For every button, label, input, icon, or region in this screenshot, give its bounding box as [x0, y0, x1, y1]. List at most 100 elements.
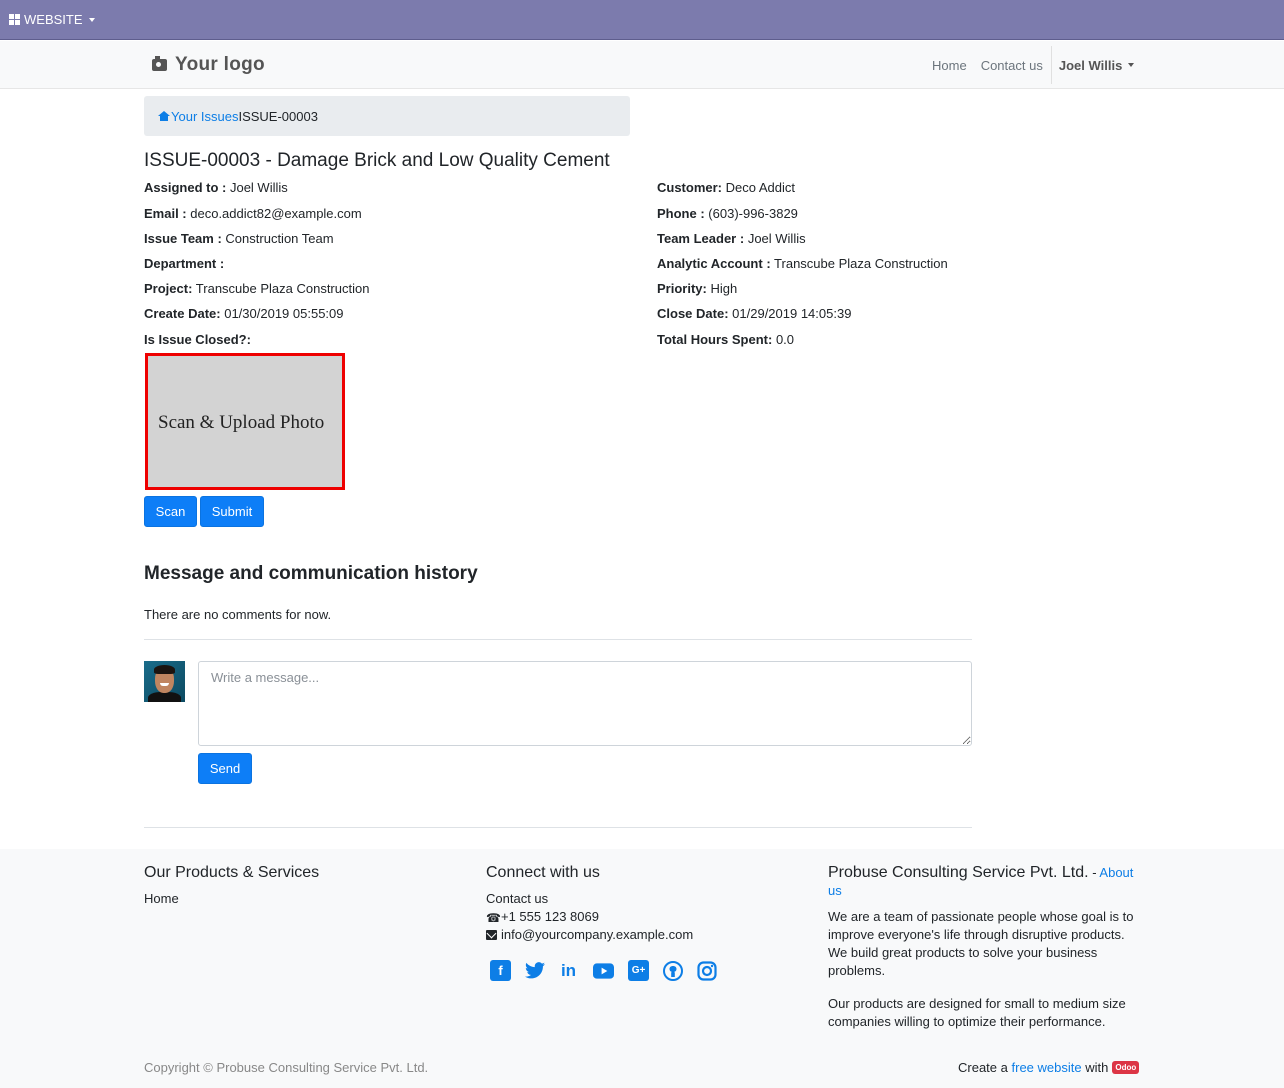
google-plus-icon[interactable]: G+	[628, 960, 649, 981]
send-button[interactable]: Send	[198, 753, 252, 784]
field-label: Issue Team :	[144, 231, 222, 246]
footer-company-sep: -	[1088, 865, 1100, 880]
avatar	[144, 661, 185, 702]
user-menu[interactable]: Joel Willis	[1052, 57, 1135, 73]
field-analytic-account: Analytic Account : Transcube Plaza Const…	[657, 256, 948, 271]
footer-email: info@yourcompany.example.com	[486, 926, 693, 944]
nav-links: Home Contact us Joel Willis	[925, 41, 1135, 89]
field-label: Department :	[144, 256, 225, 271]
facebook-icon[interactable]: f	[490, 960, 511, 981]
user-name: Joel Willis	[1058, 57, 1123, 73]
no-comments-text: There are no comments for now.	[144, 607, 332, 622]
footer-copyright: Copyright © Probuse Consulting Service P…	[144, 1060, 429, 1075]
website-menu-label: WEBSITE	[24, 12, 83, 27]
field-label: Team Leader :	[657, 231, 745, 246]
breadcrumb: Your Issues ISSUE-00003	[144, 96, 630, 136]
field-customer: Customer: Deco Addict	[657, 180, 795, 195]
field-label: Analytic Account :	[657, 256, 771, 271]
field-value: Transcube Plaza Construction	[195, 281, 370, 296]
divider	[144, 827, 972, 828]
youtube-icon[interactable]	[593, 960, 614, 981]
field-assigned-to: Assigned to : Joel Willis	[144, 180, 288, 195]
apps-grid-icon	[9, 14, 20, 25]
footer-products-title: Our Products & Services	[144, 864, 320, 881]
field-label: Customer:	[657, 180, 723, 195]
linkedin-icon[interactable]: in	[558, 960, 579, 981]
field-label: Close Date:	[657, 306, 729, 321]
field-label: Total Hours Spent:	[657, 332, 773, 347]
field-is-closed: Is Issue Closed?:	[144, 332, 251, 347]
credit-with: with	[1085, 1060, 1109, 1075]
field-value: (603)-996-3829	[708, 206, 798, 221]
footer-home-link[interactable]: Home	[144, 890, 179, 908]
field-department: Department :	[144, 256, 224, 271]
github-icon[interactable]	[662, 960, 683, 981]
footer-credit: Create a free website with Odoo	[958, 1060, 1140, 1075]
field-value: Deco Addict	[725, 180, 796, 195]
site-logo[interactable]: Your logo	[152, 54, 265, 76]
nav-link-contact[interactable]: Contact us	[974, 58, 1050, 73]
field-label: Priority:	[657, 281, 707, 296]
footer-phone: +1 555 123 8069	[486, 908, 599, 927]
footer-contact-link[interactable]: Contact us	[486, 890, 548, 908]
envelope-icon	[486, 930, 497, 940]
field-label: Assigned to :	[144, 180, 227, 195]
field-project: Project: Transcube Plaza Construction	[144, 281, 369, 296]
photo-upload-placeholder: Scan & Upload Photo	[158, 412, 325, 433]
breadcrumb-parent: Your Issues	[171, 108, 239, 124]
field-value: Joel Willis	[229, 180, 288, 195]
field-create-date: Create Date: 01/30/2019 05:55:09	[144, 306, 344, 321]
field-issue-team: Issue Team : Construction Team	[144, 231, 334, 246]
footer-about-text-1: We are a team of passionate people whose…	[828, 909, 1134, 978]
message-history-title: Message and communication history	[144, 563, 478, 584]
main-navbar: Your logo Home Contact us Joel Willis	[0, 41, 1284, 89]
website-menu[interactable]: WEBSITE	[9, 12, 95, 27]
field-value: Construction Team	[225, 231, 334, 246]
odoo-badge[interactable]: Odoo	[1112, 1061, 1140, 1074]
field-value: deco.addict82@example.com	[190, 206, 362, 221]
breadcrumb-home[interactable]: Your Issues	[158, 109, 238, 124]
field-team-leader: Team Leader : Joel Willis	[657, 231, 806, 246]
field-value: Joel Willis	[747, 231, 806, 246]
twitter-icon[interactable]	[524, 960, 545, 981]
field-value: High	[710, 281, 738, 296]
field-label: Email :	[144, 206, 187, 221]
message-input[interactable]	[198, 661, 972, 746]
field-value: 0.0	[775, 332, 795, 347]
field-value: 01/30/2019 05:55:09	[224, 306, 344, 321]
field-value: 01/29/2019 14:05:39	[732, 306, 852, 321]
footer-email-text: info@yourcompany.example.com	[501, 927, 694, 942]
field-close-date: Close Date: 01/29/2019 14:05:39	[657, 306, 851, 321]
phone-icon	[486, 909, 501, 927]
free-website-link[interactable]: free website	[1012, 1060, 1082, 1075]
scan-button[interactable]: Scan	[144, 496, 197, 527]
footer-about-text-2: Our products are designed for small to m…	[828, 996, 1126, 1029]
website-topbar: WEBSITE	[0, 0, 1284, 40]
instagram-icon[interactable]	[696, 960, 717, 981]
breadcrumb-current: ISSUE-00003	[238, 108, 318, 124]
chevron-down-icon	[1128, 63, 1135, 67]
logo-text: Your logo	[175, 54, 265, 75]
field-priority: Priority: High	[657, 281, 737, 296]
credit-prefix: Create a	[958, 1060, 1008, 1075]
footer-connect-title: Connect with us	[486, 864, 600, 881]
field-phone: Phone : (603)-996-3829	[657, 206, 798, 221]
field-label: Project:	[144, 281, 193, 296]
footer-company: Probuse Consulting Service Pvt. Ltd. - A…	[828, 864, 1148, 900]
submit-button[interactable]: Submit	[200, 496, 264, 527]
nav-link-home[interactable]: Home	[925, 58, 974, 73]
camera-icon	[152, 56, 167, 71]
footer-company-title: Probuse Consulting Service Pvt. Ltd.	[828, 864, 1089, 881]
divider	[144, 639, 972, 640]
footer-phone-text: +1 555 123 8069	[501, 909, 599, 924]
field-email: Email : deco.addict82@example.com	[144, 206, 362, 221]
field-total-hours: Total Hours Spent: 0.0	[657, 332, 794, 347]
page-title: ISSUE-00003 - Damage Brick and Low Quali…	[144, 150, 610, 171]
home-icon	[158, 111, 170, 121]
field-value: Transcube Plaza Construction	[774, 256, 948, 271]
field-label: Create Date:	[144, 306, 221, 321]
chevron-down-icon	[88, 17, 95, 22]
field-label: Phone :	[657, 206, 705, 221]
field-label: Is Issue Closed?:	[144, 332, 251, 347]
photo-upload-area[interactable]: Scan & Upload Photo	[145, 353, 345, 490]
